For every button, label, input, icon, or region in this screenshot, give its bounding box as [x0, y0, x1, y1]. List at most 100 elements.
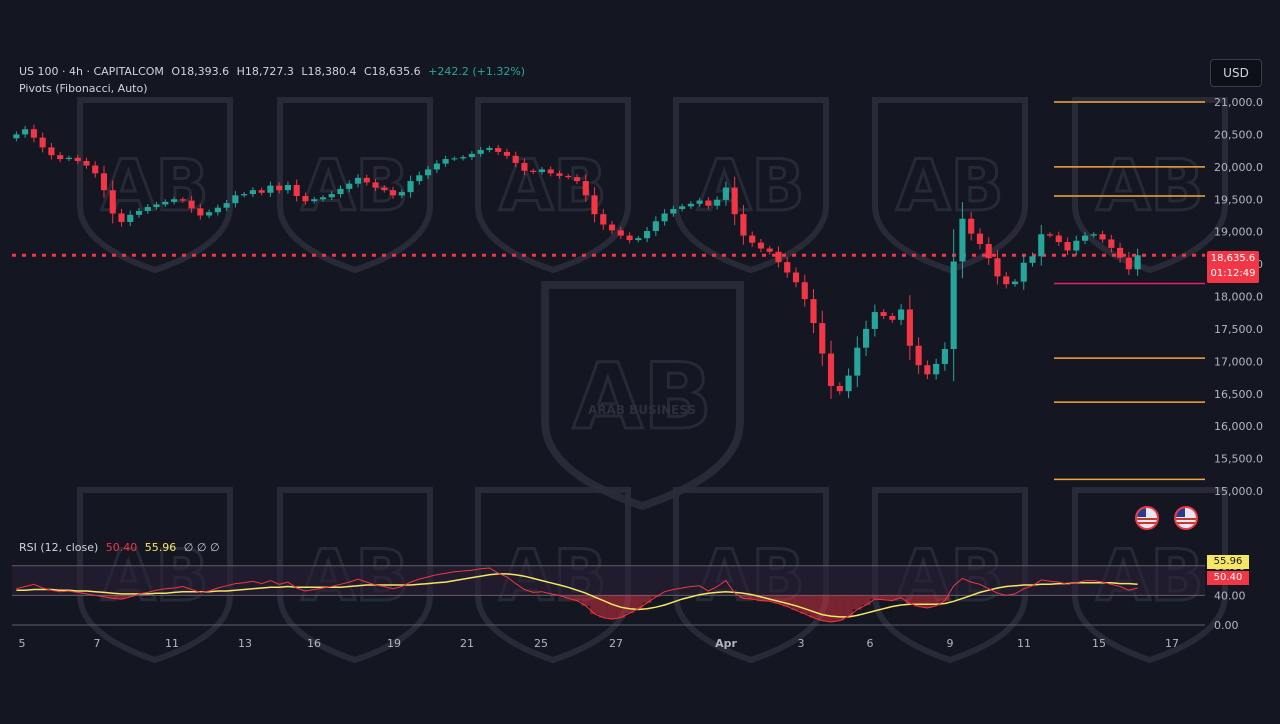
candle-body [223, 203, 230, 208]
x-tick-label: 25 [534, 637, 548, 650]
candle-body [416, 175, 423, 182]
rsi-tick-label: 40.00 [1214, 589, 1246, 602]
candle-body [644, 231, 651, 239]
x-tick-label: 11 [1017, 637, 1031, 650]
candle-body [670, 208, 677, 214]
y-tick-label: 15,000.0 [1214, 485, 1263, 498]
ohlc-close: C18,635.6 [363, 65, 421, 78]
candle-body [898, 309, 905, 320]
symbol-title[interactable]: US 100 · 4h · CAPITALCOM [19, 65, 164, 78]
candle-body [407, 181, 414, 193]
x-tick-label: 27 [609, 637, 623, 650]
x-tick-label: 15 [1092, 637, 1106, 650]
candle-body [1134, 255, 1141, 270]
candle-body [1073, 240, 1080, 251]
y-tick-label: 18,000.0 [1214, 291, 1263, 304]
indicator-label[interactable]: Pivots (Fibonacci, Auto) [19, 82, 148, 95]
candle-body [941, 349, 948, 364]
chart-canvas[interactable]: ABABABABABABABABABABABABABARAB BUSINESS … [0, 0, 1280, 720]
y-tick-label: 17,000.0 [1214, 355, 1263, 368]
rsi-oversold-fill [923, 595, 932, 608]
candle-body [740, 214, 747, 236]
y-tick-label: 16,500.0 [1214, 388, 1263, 401]
rsi-oversold-fill [642, 595, 652, 603]
rsi-oversold-fill [800, 595, 810, 614]
candle-body [714, 199, 721, 206]
candle-body [836, 385, 843, 392]
candle-body [346, 183, 353, 189]
rsi-oversold-fill [861, 595, 871, 606]
candle-body [337, 188, 344, 195]
rsi-value: 50.40 [105, 541, 138, 554]
y-tick-label: 17,500.0 [1214, 323, 1263, 336]
candle-body [48, 147, 55, 156]
candle-body [784, 262, 791, 273]
rsi-tick-label: 0.00 [1214, 619, 1239, 632]
candle-body [854, 347, 861, 376]
candle-body [1099, 234, 1106, 240]
candle-body [381, 187, 388, 191]
candle-body [249, 190, 256, 195]
rsi-ma-tag: 55.96 [1207, 555, 1249, 569]
currency-button[interactable]: USD [1210, 59, 1262, 87]
candle-body [328, 194, 335, 198]
y-tick-label: 16,000.0 [1214, 420, 1263, 433]
chart-frame: ABABABABABABABABABABABABABARAB BUSINESS … [0, 0, 1280, 720]
candle-body [652, 221, 659, 232]
candle-body [232, 195, 239, 204]
candle-body [766, 248, 773, 252]
candle-body [1003, 276, 1010, 285]
candle-body [819, 323, 826, 354]
candle-body [556, 173, 563, 176]
ohlc-open: O18,393.6 [171, 65, 230, 78]
candle-body [792, 272, 800, 283]
candle-body [968, 218, 975, 234]
candle-body [100, 173, 108, 191]
candle-body [976, 233, 984, 244]
candle-body [538, 169, 546, 173]
y-tick-label: 19,500.0 [1214, 193, 1263, 206]
candle-body [302, 196, 309, 202]
rsi-oversold-fill [852, 595, 862, 610]
candle-body [284, 184, 291, 191]
ohlc-high: H18,727.3 [236, 65, 294, 78]
candle-body [608, 224, 616, 231]
us-flag-event-icon[interactable] [1135, 506, 1159, 530]
candle-body [906, 309, 913, 346]
candle-body [512, 155, 519, 163]
x-tick-label: 21 [460, 637, 474, 650]
candle-body [1011, 281, 1019, 285]
candle-body [757, 242, 765, 249]
candle-body [871, 312, 878, 329]
candle-body [547, 169, 554, 174]
x-tick-label: 19 [387, 637, 401, 650]
rsi-oversold-fill [809, 595, 818, 618]
watermark-logo: AB [101, 145, 209, 227]
rsi-oversold-fill [791, 595, 801, 611]
candle-body [188, 200, 195, 209]
candle-body [521, 162, 528, 171]
rsi-label[interactable]: RSI (12, close) [19, 541, 98, 554]
rsi-header: RSI (12, close) 50.40 55.96 ∅ ∅ ∅ [19, 541, 224, 554]
candle-body [696, 200, 703, 204]
candle-body [687, 203, 694, 207]
candle-body [600, 214, 607, 225]
watermark-logo: AB [896, 145, 1004, 227]
candle-body [503, 151, 510, 156]
x-tick-label: 5 [19, 637, 26, 650]
candle-body [924, 365, 931, 375]
us-flag-event-icon[interactable] [1174, 506, 1198, 530]
candle-body [389, 190, 397, 196]
candle-body [1064, 242, 1071, 251]
x-tick-label: 7 [94, 637, 101, 650]
candle-body [959, 218, 966, 262]
ohlc-low: L18,380.4 [301, 65, 357, 78]
candle-body [39, 137, 46, 148]
y-tick-label: 20,000.0 [1214, 161, 1263, 174]
rsi-oversold-fill [870, 595, 880, 600]
candle-body [135, 210, 143, 215]
candle-body [118, 213, 125, 222]
candle-body [468, 153, 475, 158]
candle-body [617, 230, 624, 236]
candle-body [810, 299, 817, 324]
